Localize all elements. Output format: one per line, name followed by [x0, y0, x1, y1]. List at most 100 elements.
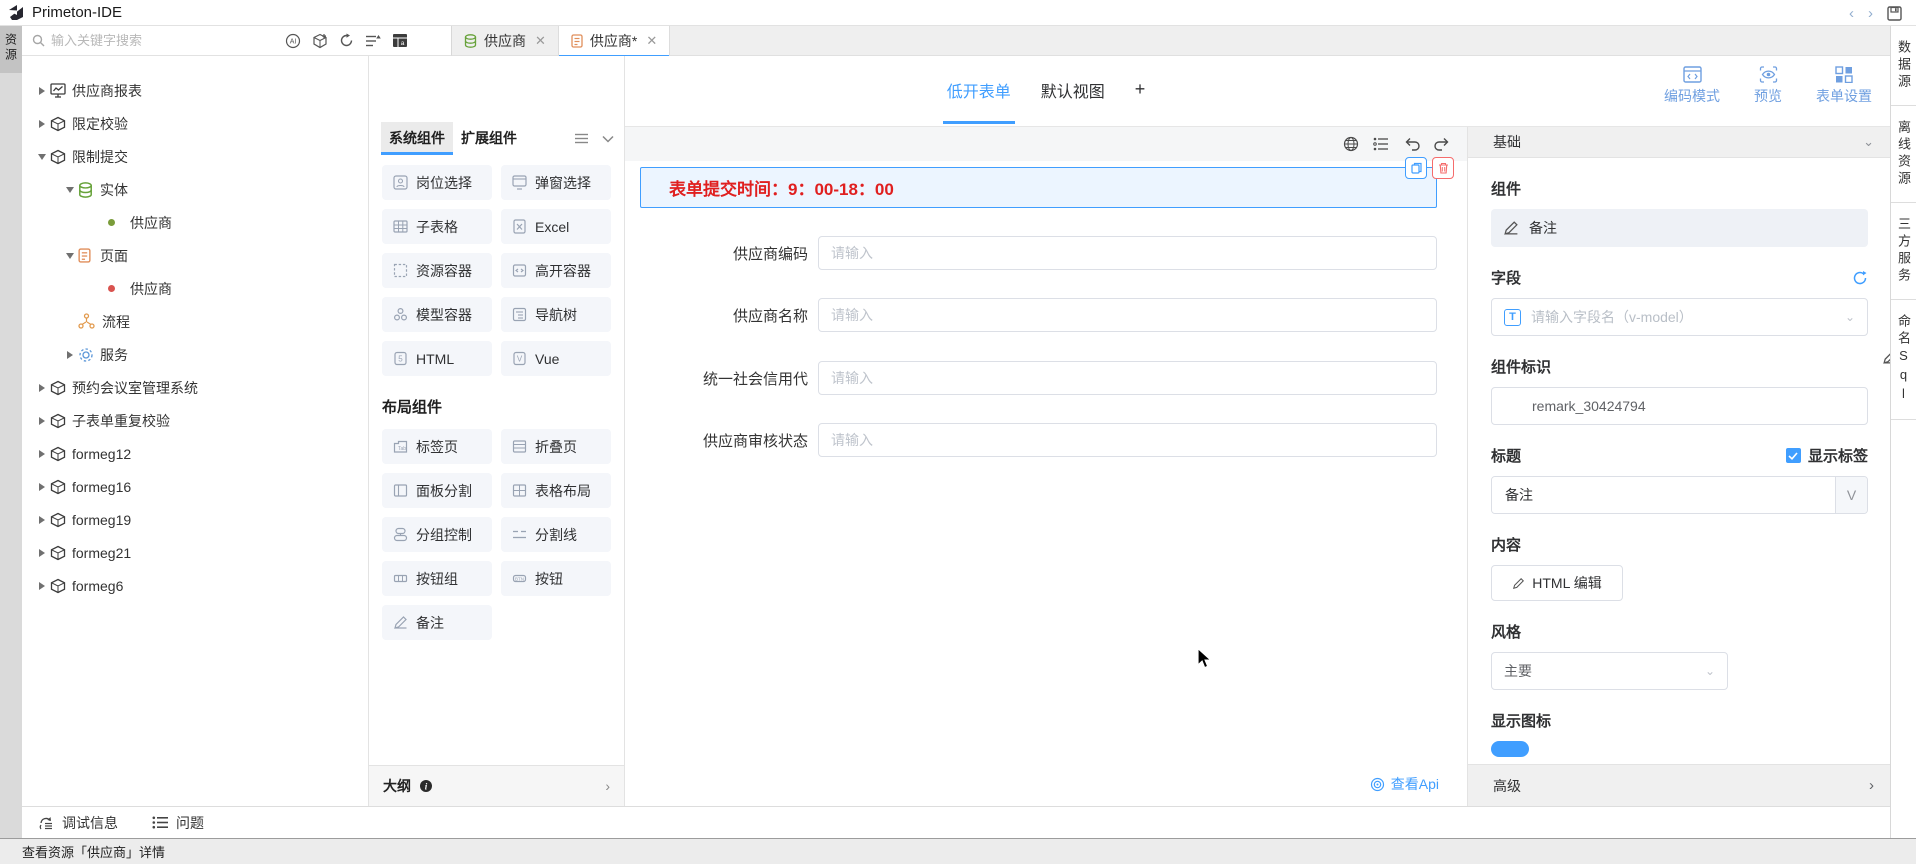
rail-tab-datasource[interactable]: 数据源: [1891, 26, 1916, 106]
close-tab-icon[interactable]: ✕: [646, 33, 657, 49]
tree-item-entity[interactable]: 供应商: [22, 206, 368, 239]
palette-item-collapse-page[interactable]: 折叠页: [501, 429, 611, 464]
palette-item-divider[interactable]: 分割线: [501, 517, 611, 552]
inspector-section-advanced[interactable]: 高级 ›: [1468, 764, 1890, 806]
supplier-name-input[interactable]: [818, 298, 1437, 332]
tree-item-entity-group[interactable]: 实体: [22, 173, 368, 206]
selected-remark-component[interactable]: 表单提交时间：9：00-18：00: [640, 167, 1437, 208]
tree-item-project[interactable]: 子表单重复校验: [22, 404, 368, 437]
palette-item-panel-split[interactable]: 面板分割: [382, 473, 492, 508]
palette-item-popup-select[interactable]: 弹窗选择: [501, 165, 611, 200]
palette-item-resource-container[interactable]: 资源容器: [382, 253, 492, 288]
tree-item-project[interactable]: 限制提交: [22, 140, 368, 173]
redo-icon[interactable]: [1434, 137, 1451, 151]
data-dictionary-icon[interactable]: a: [392, 33, 408, 48]
palette-item-button-group[interactable]: 按钮组: [382, 561, 492, 596]
close-tab-icon[interactable]: ✕: [535, 33, 546, 49]
show-icon-toggle[interactable]: [1491, 741, 1529, 757]
debug-info-button[interactable]: 调试信息: [38, 813, 118, 833]
tab-default-view[interactable]: 默认视图: [1041, 78, 1105, 106]
tree-item-project[interactable]: formeg21: [22, 536, 368, 569]
editor-tab-page[interactable]: 供应商* ✕: [559, 26, 670, 56]
palette-item-table-layout[interactable]: 表格布局: [501, 473, 611, 508]
refresh-field-icon[interactable]: [1852, 270, 1868, 286]
tree-item-service[interactable]: 服务: [22, 338, 368, 371]
field-type-icon: T: [1504, 309, 1521, 326]
palette-item-position-select[interactable]: 岗位选择: [382, 165, 492, 200]
tab-lowcode-form[interactable]: 低开表单: [947, 78, 1011, 106]
preview-button[interactable]: 预览: [1754, 66, 1782, 106]
field-select[interactable]: T 请输入字段名（v-model） ⌄: [1491, 298, 1868, 336]
palette-list-icon[interactable]: [575, 133, 588, 144]
outline-expand-icon[interactable]: ›: [605, 778, 610, 794]
title-bar: Primeton-IDE ‹ ›: [0, 0, 1916, 26]
undo-icon[interactable]: [1403, 137, 1420, 151]
supplier-code-input[interactable]: [818, 236, 1437, 270]
tree-item-project[interactable]: formeg6: [22, 569, 368, 602]
tree-item-project[interactable]: 预约会议室管理系统: [22, 371, 368, 404]
view-api-link[interactable]: 查看Api: [1370, 774, 1439, 794]
palette-item-tab-page[interactable]: Tab标签页: [382, 429, 492, 464]
tree-item-flow[interactable]: 流程: [22, 305, 368, 338]
tree-item-page-group[interactable]: 页面: [22, 239, 368, 272]
code-mode-button[interactable]: 编码模式: [1664, 66, 1720, 106]
palette-item-button[interactable]: BTN按钮: [501, 561, 611, 596]
show-label-checkbox[interactable]: [1786, 448, 1801, 463]
palette-item-group-control[interactable]: 分组控制: [382, 517, 492, 552]
title-suffix-button[interactable]: V: [1835, 477, 1867, 513]
add-view-button[interactable]: +: [1135, 79, 1146, 104]
html-edit-button[interactable]: HTML 编辑: [1491, 565, 1623, 601]
rail-tab-named-sql[interactable]: 命名Sql: [1891, 300, 1916, 420]
tab-system-components[interactable]: 系统组件: [381, 122, 453, 155]
refresh-icon[interactable]: [339, 33, 354, 48]
editor-tab-entity[interactable]: 供应商 ✕: [452, 26, 559, 56]
globe-icon[interactable]: [1343, 136, 1359, 152]
tree-item-project[interactable]: formeg12: [22, 437, 368, 470]
problems-button[interactable]: 问题: [152, 813, 204, 833]
copy-component-button[interactable]: [1405, 157, 1427, 179]
audit-status-input[interactable]: [818, 423, 1437, 457]
rail-tab-offline-resources[interactable]: 离线资源: [1891, 106, 1916, 203]
style-select[interactable]: 主要 ⌄: [1491, 652, 1728, 690]
component-id-input[interactable]: [1491, 387, 1868, 425]
rail-tab-resources[interactable]: 资源: [0, 26, 22, 73]
rail-tab-third-party-services[interactable]: 三方服务: [1891, 203, 1916, 300]
palette-item-vue[interactable]: VVue: [501, 341, 611, 376]
palette-item-subtable[interactable]: 子表格: [382, 209, 492, 244]
palette-item-nav-tree[interactable]: 导航树: [501, 297, 611, 332]
package-icon: [50, 116, 72, 132]
palette-item-model-container[interactable]: 模型容器: [382, 297, 492, 332]
credit-code-input[interactable]: [818, 361, 1437, 395]
tree-item-project[interactable]: formeg16: [22, 470, 368, 503]
delete-component-button[interactable]: [1432, 157, 1454, 179]
ai-assist-icon[interactable]: AI: [285, 33, 301, 49]
outline-bar[interactable]: 大纲 i ›: [369, 765, 624, 806]
search-input[interactable]: [51, 33, 231, 48]
entity-icon: [78, 182, 100, 198]
palette-item-html[interactable]: 5HTML: [382, 341, 492, 376]
title-input[interactable]: [1492, 477, 1835, 513]
tree-item-page[interactable]: 供应商: [22, 272, 368, 305]
palette-item-excel[interactable]: Excel: [501, 209, 611, 244]
search-box[interactable]: [22, 33, 247, 48]
save-icon[interactable]: [1887, 6, 1902, 21]
form-canvas[interactable]: 表单提交时间：9：00-18：00 供应商编码 供应商名称 统一社会信用代 供应…: [625, 127, 1467, 806]
sort-list-icon[interactable]: [365, 34, 381, 48]
inspector-section-basic[interactable]: 基础 ⌄: [1468, 127, 1890, 158]
package-icon: [50, 578, 72, 594]
palette-item-remark[interactable]: 备注: [382, 605, 492, 640]
tree-item-report[interactable]: 供应商报表: [22, 74, 368, 107]
palette-item-procode-container[interactable]: 高开容器: [501, 253, 611, 288]
tab-extend-components[interactable]: 扩展组件: [453, 122, 525, 155]
component-palette: 系统组件 扩展组件 岗位选择 弹窗选择 子表格 Excel 资源容器 高开容器 …: [368, 56, 625, 806]
resource-tree: 供应商报表 限定校验 限制提交 实体 供应商 页面 供应商 流程 服务 预约会议…: [22, 56, 368, 806]
palette-collapse-icon[interactable]: [602, 135, 614, 143]
new-package-icon[interactable]: [312, 33, 328, 49]
nav-forward-icon[interactable]: ›: [1868, 6, 1873, 21]
tree-item-project[interactable]: formeg19: [22, 503, 368, 536]
outline-tree-icon[interactable]: [1373, 137, 1389, 151]
debug-icon: [38, 815, 54, 831]
form-settings-button[interactable]: 表单设置: [1816, 66, 1872, 106]
tree-item-project[interactable]: 限定校验: [22, 107, 368, 140]
nav-back-icon[interactable]: ‹: [1849, 6, 1854, 21]
